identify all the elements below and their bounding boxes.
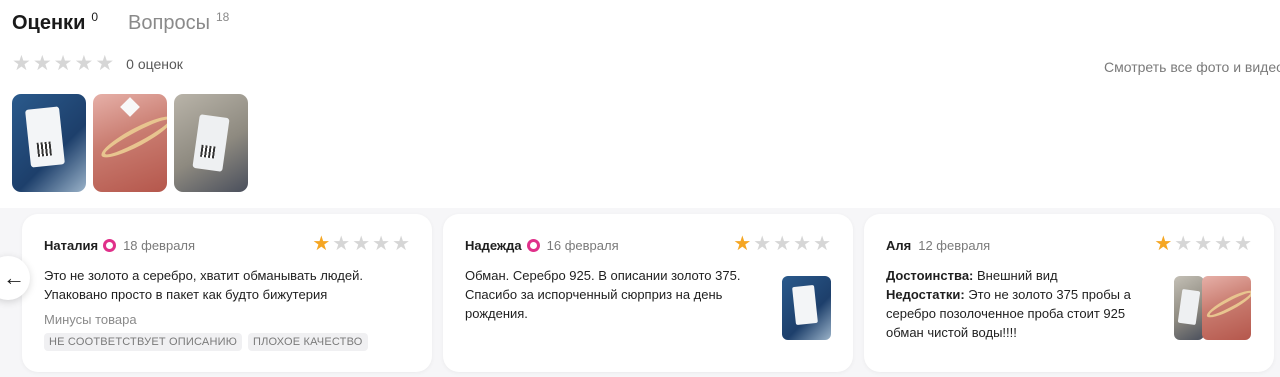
review-text: Обман. Серебро 925. В описании золото 37… (465, 266, 755, 323)
review-date: 18 февраля (123, 238, 196, 253)
review-text-line: обман чистой воды!!!! (886, 325, 1017, 340)
review-text-line: Это не золото а серебро, хватит обманыва… (44, 268, 363, 283)
tab-questions[interactable]: Вопросы 18 (128, 10, 229, 36)
review-author: Аля (886, 238, 912, 253)
pros-label: Достоинства: (886, 268, 974, 283)
review-photo[interactable] (782, 276, 831, 340)
photo-thumbnail[interactable] (93, 94, 167, 192)
star-icon: ★ (332, 233, 351, 255)
review-rating: ★ ★ ★ ★ ★ (312, 234, 410, 254)
tab-questions-label: Вопросы (128, 12, 210, 34)
star-icon: ★ (733, 233, 752, 255)
star-icon: ★ (1214, 233, 1233, 255)
cons-tags: НЕ СООТВЕТСТВУЕТ ОПИСАНИЮ ПЛОХОЕ КАЧЕСТВ… (44, 333, 368, 351)
review-text-line: серебро позолоченное проба стоит 925 (886, 306, 1126, 321)
star-icon: ★ (1154, 233, 1173, 255)
cons-label: Недостатки: (886, 287, 965, 302)
review-card[interactable]: Аля 12 февраля ★ ★ ★ ★ ★ Достоинства: Вн… (864, 214, 1274, 372)
star-icon: ★ (813, 233, 831, 255)
gem-image (120, 97, 140, 117)
verified-badge-icon (103, 239, 117, 252)
photo-thumbnail[interactable] (12, 94, 86, 192)
review-date: 16 февраля (546, 238, 619, 253)
photo-thumbnail[interactable] (174, 94, 248, 192)
rating-summary: ★ ★ ★ ★ ★ 0 оценок (12, 52, 183, 75)
star-icon: ★ (793, 233, 812, 255)
verified-badge-icon (526, 239, 540, 252)
review-rating: ★ ★ ★ ★ ★ (1154, 234, 1252, 254)
pros-text: Внешний вид (977, 268, 1058, 283)
star-icon: ★ (773, 233, 792, 255)
see-all-media-link[interactable]: Смотреть все фото и видео (1104, 59, 1280, 75)
review-card[interactable]: Наталия 18 февраля ★ ★ ★ ★ ★ Это не золо… (22, 214, 432, 372)
review-photo[interactable] (1202, 276, 1251, 340)
review-author: Наталия (44, 238, 99, 253)
reviews-carousel: Наталия 18 февраля ★ ★ ★ ★ ★ Это не золо… (0, 208, 1280, 377)
review-text-line: рождения. (465, 306, 528, 321)
cons-label: Минусы товара (44, 312, 137, 327)
ring-image (1204, 286, 1251, 322)
star-icon: ★ (753, 233, 772, 255)
ratings-count: 0 оценок (126, 56, 183, 72)
tag-image (792, 284, 818, 326)
review-header: Наталия 18 февраля (44, 238, 195, 253)
review-text-line: Спасибо за испорченный сюрприз на день (465, 287, 723, 302)
star-icon: ★ (372, 233, 391, 255)
cons-tag: ПЛОХОЕ КАЧЕСТВО (248, 333, 368, 351)
star-icon: ★ (312, 233, 331, 255)
review-text-line: Обман. Серебро 925. В описании золото 37… (465, 268, 741, 283)
tab-ratings[interactable]: Оценки 0 (12, 10, 98, 36)
tag-image (25, 106, 65, 168)
review-header: Аля 12 февраля (886, 238, 990, 253)
review-card[interactable]: Надежда 16 февраля ★ ★ ★ ★ ★ Обман. Сере… (443, 214, 853, 372)
star-icon: ★ (392, 233, 410, 255)
arrow-left-icon: ← (3, 265, 25, 290)
pros-line: Достоинства: Внешний вид (886, 266, 1166, 285)
star-icon: ★ (1234, 233, 1252, 255)
review-photo[interactable] (1174, 276, 1204, 340)
star-icon: ★ (53, 52, 73, 75)
star-icon: ★ (95, 52, 115, 75)
tab-ratings-label: Оценки (12, 12, 86, 34)
star-icon: ★ (74, 52, 94, 75)
tab-ratings-count: 0 (91, 10, 99, 24)
review-text: Достоинства: Внешний вид Недостатки: Это… (886, 266, 1166, 342)
review-text: Это не золото а серебро, хватит обманыва… (44, 266, 374, 304)
cons-tag: НЕ СООТВЕТСТВУЕТ ОПИСАНИЮ (44, 333, 243, 351)
review-tabs: Оценки 0 Вопросы 18 (12, 10, 229, 36)
media-thumbnails (12, 94, 248, 192)
cons-line: Недостатки: Это не золото 375 пробы а (886, 285, 1166, 304)
star-icon: ★ (32, 52, 52, 75)
review-date: 12 февраля (918, 238, 991, 253)
star-icon: ★ (1174, 233, 1193, 255)
review-rating: ★ ★ ★ ★ ★ (733, 234, 831, 254)
review-author: Надежда (465, 238, 522, 253)
star-icon: ★ (1194, 233, 1213, 255)
star-icon: ★ (352, 233, 371, 255)
tag-image (1177, 288, 1201, 326)
tab-questions-count: 18 (215, 10, 230, 24)
tag-image (192, 114, 230, 172)
ring-image (97, 110, 167, 164)
cons-text: Это не золото 375 пробы а (968, 287, 1131, 302)
review-header: Надежда 16 февраля (465, 238, 619, 253)
star-icon: ★ (12, 52, 31, 75)
review-text-line: Упаковано просто в пакет как будто бижут… (44, 287, 328, 302)
